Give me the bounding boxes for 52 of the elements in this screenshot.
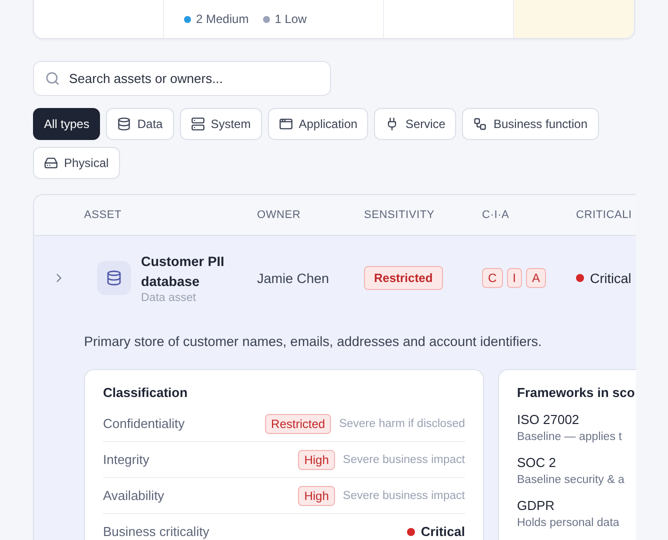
- framework-name: GDPR: [517, 498, 556, 513]
- window-icon: [278, 117, 293, 131]
- cia-badge: C: [482, 268, 503, 288]
- database-icon: [117, 117, 132, 131]
- classification-label: Availability: [103, 488, 166, 503]
- asset-name: Customer PII database: [141, 253, 226, 291]
- table-row[interactable]: Customer PII database Data asset Jamie Chen Restricted C I A Critical: [34, 236, 636, 320]
- column-header: C·I·A: [482, 209, 510, 221]
- level-badge: Restricted: [265, 414, 332, 434]
- cia-badge: A: [526, 268, 546, 288]
- impact-note: Severe business impact: [342, 454, 465, 466]
- database-icon: [97, 261, 131, 295]
- column-header: CRITICALI: [576, 209, 633, 221]
- classification-label: Confidentiality: [103, 416, 186, 431]
- search-icon: [45, 71, 60, 86]
- framework-name: SOC 2: [517, 455, 558, 470]
- drive-icon: [44, 156, 58, 170]
- server-icon: [190, 117, 205, 131]
- filter-chip[interactable]: Application: [268, 108, 368, 140]
- legend-item: 2 Medium: [184, 12, 249, 26]
- card-title: Classification: [103, 385, 189, 400]
- filter-chip[interactable]: Data: [106, 108, 174, 140]
- filter-chip[interactable]: Physical: [33, 147, 120, 179]
- legend-item: 1 Low: [262, 12, 307, 26]
- asset-type: Data asset: [141, 292, 197, 304]
- workflow-icon: [473, 117, 488, 131]
- card-title: Frameworks in sco: [517, 385, 636, 400]
- search-field[interactable]: Search assets or owners...: [33, 61, 331, 96]
- filter-chip[interactable]: Service: [374, 108, 456, 140]
- sensitivity-badge: Restricted: [364, 266, 443, 290]
- column-header: SENSITIVITY: [364, 209, 436, 221]
- criticality-label: Critical: [576, 270, 636, 286]
- framework-note: Holds personal data: [517, 517, 620, 529]
- classification-label: Integrity: [103, 452, 150, 467]
- filter-chip[interactable]: All types: [33, 108, 100, 140]
- criticality-value: Critical: [406, 524, 465, 539]
- level-badge: High: [298, 450, 335, 470]
- impact-note: Severe harm if disclosed: [339, 418, 465, 430]
- criticality-dot: [576, 274, 584, 282]
- column-header: ASSET: [84, 209, 123, 221]
- framework-name: ISO 27002: [517, 412, 580, 427]
- column-header: OWNER: [257, 209, 302, 221]
- framework-note: Baseline — applies t: [517, 431, 623, 443]
- cia-badge: I: [506, 268, 522, 288]
- filter-chip[interactable]: Business function: [462, 108, 599, 140]
- framework-note: Baseline security & a: [517, 474, 626, 486]
- owner-name: Jamie Chen: [257, 270, 330, 286]
- classification-label: Business criticality: [103, 524, 210, 539]
- filter-chip[interactable]: System: [180, 108, 262, 140]
- asset-description: Primary store of customer names, emails, addresses and account identifiers.: [84, 333, 543, 351]
- impact-note: Severe business impact: [342, 490, 465, 502]
- level-badge: High: [298, 486, 335, 506]
